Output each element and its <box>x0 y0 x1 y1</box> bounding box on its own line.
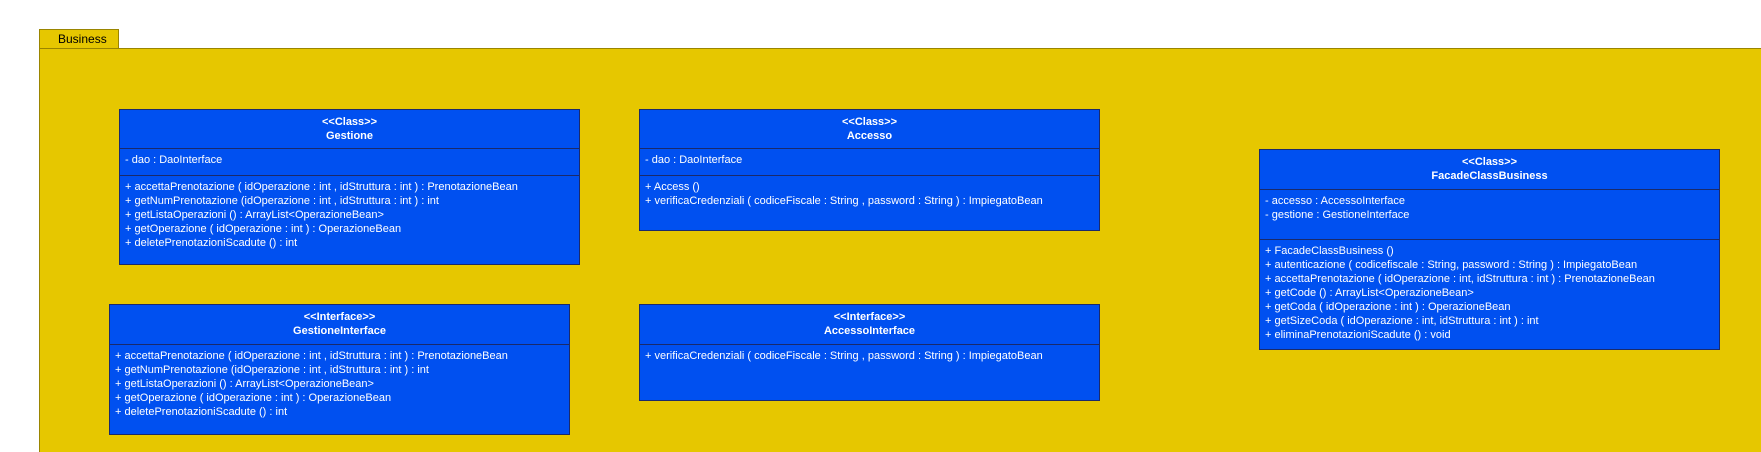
method: + getNumPrenotazione (idOperazione : int… <box>125 195 439 207</box>
class-header: <<Class>> FacadeClassBusiness <box>1260 150 1719 190</box>
interface-header: <<Interface>> AccessoInterface <box>640 305 1099 345</box>
class-header: <<Class>> Accesso <box>640 110 1099 149</box>
methods-section: + accettaPrenotazione ( idOperazione : i… <box>120 176 579 254</box>
class-stereotype: <<Class>> <box>1461 156 1518 168</box>
package-name: Business <box>58 32 107 46</box>
package-tab[interactable]: Business <box>39 29 119 48</box>
method: + getSizeCoda ( idOperazione : int, idSt… <box>1265 315 1539 327</box>
method: + FacadeClassBusiness () <box>1265 245 1394 257</box>
attributes-section: - dao : DaoInterface <box>640 149 1099 176</box>
method: + accettaPrenotazione ( idOperazione : i… <box>125 181 518 193</box>
attribute: - dao : DaoInterface <box>125 154 223 166</box>
method: + getListaOperazioni () : ArrayList<Oper… <box>125 209 384 221</box>
class-stereotype: <<Class>> <box>841 116 898 128</box>
method: + getCoda ( idOperazione : int ) : Opera… <box>1265 301 1511 313</box>
methods-section: + verificaCredenziali ( codiceFiscale : … <box>640 345 1099 367</box>
method: + accettaPrenotazione ( idOperazione : i… <box>115 350 508 362</box>
method: + getCode () : ArrayList<OperazioneBean> <box>1265 287 1474 299</box>
diagram-canvas: Business <<Class>> Gestione - dao : DaoI… <box>0 0 1761 452</box>
class-header: <<Class>> Gestione <box>120 110 579 149</box>
method: + accettaPrenotazione ( idOperazione : i… <box>1265 273 1655 285</box>
attribute: - gestione : GestioneInterface <box>1265 209 1410 221</box>
method: + deletePrenotazioniScadute () : int <box>125 237 298 249</box>
class-gestione[interactable]: <<Class>> Gestione - dao : DaoInterface … <box>119 109 580 265</box>
class-stereotype: <<Class>> <box>321 116 378 128</box>
interface-name: AccessoInterface <box>823 325 916 337</box>
method: + verificaCredenziali ( codiceFiscale : … <box>645 350 1043 362</box>
method: + autenticazione ( codicefiscale : Strin… <box>1265 259 1638 271</box>
methods-section: + accettaPrenotazione ( idOperazione : i… <box>110 345 569 423</box>
attribute: - dao : DaoInterface <box>645 154 743 166</box>
method: + Access () <box>645 181 700 193</box>
methods-section: + FacadeClassBusiness () + autenticazion… <box>1260 240 1719 346</box>
interface-name: GestioneInterface <box>293 325 386 337</box>
interface-gestione[interactable]: <<Interface>> GestioneInterface + accett… <box>109 304 570 435</box>
methods-section: + Access () + verificaCredenziali ( codi… <box>640 176 1099 212</box>
class-name: Accesso <box>846 130 893 142</box>
class-accesso[interactable]: <<Class>> Accesso - dao : DaoInterface +… <box>639 109 1100 231</box>
attribute: - accesso : AccessoInterface <box>1265 195 1406 207</box>
method: + deletePrenotazioniScadute () : int <box>115 406 288 418</box>
class-name: FacadeClassBusiness <box>1431 170 1548 182</box>
interface-stereotype: <<Interface>> <box>833 311 906 323</box>
method: + getOperazione ( idOperazione : int ) :… <box>115 392 392 404</box>
interface-stereotype: <<Interface>> <box>303 311 376 323</box>
interface-accesso[interactable]: <<Interface>> AccessoInterface + verific… <box>639 304 1100 401</box>
method: + getOperazione ( idOperazione : int ) :… <box>125 223 402 235</box>
attributes-section: - dao : DaoInterface <box>120 149 579 176</box>
attributes-section: - accesso : AccessoInterface - gestione … <box>1260 190 1719 240</box>
method: + verificaCredenziali ( codiceFiscale : … <box>645 195 1043 207</box>
interface-header: <<Interface>> GestioneInterface <box>110 305 569 345</box>
method: + getNumPrenotazione (idOperazione : int… <box>115 364 429 376</box>
method: + getListaOperazioni () : ArrayList<Oper… <box>115 378 374 390</box>
class-facade-class-business[interactable]: <<Class>> FacadeClassBusiness - accesso … <box>1259 149 1720 350</box>
method: + eliminaPrenotazioniScadute () : void <box>1265 329 1451 341</box>
class-name: Gestione <box>325 130 374 142</box>
